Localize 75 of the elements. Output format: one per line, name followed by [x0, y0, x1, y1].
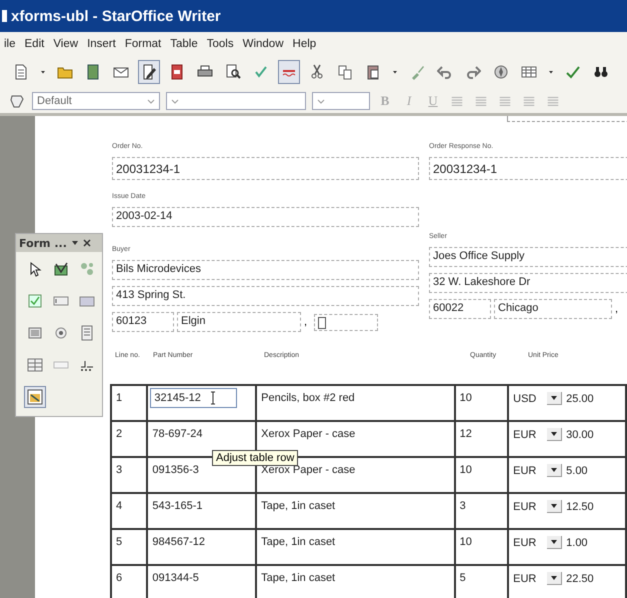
input-field[interactable]: 32 W. Lakeshore Dr: [429, 273, 627, 293]
currency-text: USD: [513, 392, 538, 404]
menu-item[interactable]: Help: [292, 38, 316, 50]
dropdown-button[interactable]: [547, 428, 562, 441]
table-cell: 543-165-1: [147, 493, 256, 529]
input-field[interactable]: 2003-02-14: [112, 207, 419, 227]
dropdown-field[interactable]: Default: [32, 92, 160, 110]
menu-item[interactable]: View: [53, 38, 78, 50]
caret-icon: [550, 394, 558, 402]
input-field[interactable]: Chicago: [494, 299, 612, 319]
price-text: 22.50: [566, 572, 594, 584]
caret-icon: [550, 502, 558, 510]
menu-item[interactable]: Format: [124, 38, 162, 50]
menu-item[interactable]: Window: [242, 38, 284, 50]
table-cell: 2: [111, 421, 148, 457]
dropdown-button[interactable]: [547, 572, 562, 585]
caret-icon: [550, 574, 558, 582]
dropdown-button[interactable]: [547, 500, 562, 513]
currency-text: EUR: [513, 572, 538, 584]
app-icon: [2, 10, 7, 22]
dropdown-button[interactable]: [547, 392, 562, 405]
input-field[interactable]: 20031234-1: [429, 157, 627, 180]
menu-item[interactable]: Table: [170, 38, 198, 50]
caret-icon: [550, 466, 558, 474]
input-field[interactable]: Elgin: [177, 312, 301, 332]
table-cell: 984567-12: [147, 529, 256, 565]
dropdown-button[interactable]: [547, 464, 562, 477]
input-field[interactable]: Joes Office Supply: [429, 247, 627, 267]
table-cell: 10: [454, 385, 508, 421]
input-field[interactable]: [314, 314, 378, 330]
price-text: 12.50: [566, 500, 594, 512]
input-field[interactable]: 60123: [112, 312, 174, 332]
menu-item[interactable]: Insert: [87, 38, 116, 50]
close-icon[interactable]: [82, 239, 91, 247]
caret-icon: [550, 538, 558, 546]
separator-text: ,: [304, 316, 308, 328]
window-title: xforms-ubl - StarOffice Writer: [11, 8, 221, 24]
caret-icon: [550, 430, 558, 438]
table-cell: 3: [454, 493, 508, 529]
price-text: 25.00: [566, 392, 594, 404]
form-design-icon[interactable]: [24, 386, 46, 408]
input-field[interactable]: 32145-12: [150, 388, 238, 408]
separator-text: ,: [615, 303, 618, 315]
input-field[interactable]: 60022: [429, 299, 491, 319]
currency-text: EUR: [513, 500, 538, 512]
price-text: 1.00: [566, 536, 588, 548]
table-cell: 10: [454, 529, 508, 565]
caret-icon[interactable]: [70, 239, 79, 247]
currency-text: EUR: [513, 464, 538, 476]
currency-text: EUR: [513, 536, 538, 548]
dropdown-field[interactable]: [312, 92, 370, 110]
table-cell: 3: [111, 457, 148, 493]
price-text: 30.00: [566, 428, 594, 440]
table-cell: 4: [111, 493, 148, 529]
table-cell: 5: [111, 529, 148, 565]
menu-item[interactable]: Edit: [24, 38, 44, 50]
input-field[interactable]: 413 Spring St.: [112, 286, 419, 306]
dropdown-button[interactable]: [547, 536, 562, 549]
input-field[interactable]: 20031234-1: [112, 157, 419, 180]
input-field[interactable]: Bils Microdevices: [112, 260, 419, 280]
menu-item[interactable]: ile: [4, 38, 16, 50]
price-text: 5.00: [566, 464, 588, 476]
spellcheck-icon[interactable]: [278, 60, 300, 84]
table-cell: 12: [454, 421, 508, 457]
table-cell: Pencils, box #2 red: [256, 385, 455, 421]
menu-item[interactable]: Tools: [206, 38, 234, 50]
dropdown-field[interactable]: [166, 92, 306, 110]
table-cell: 1: [111, 385, 148, 421]
toolbar-title: Form ...: [19, 236, 67, 250]
table-cell: 6: [111, 565, 148, 598]
table-cell: Tape, 1in caset: [256, 529, 455, 565]
table-cell: 10: [454, 457, 508, 493]
currency-text: EUR: [513, 428, 538, 440]
pencil-document-icon[interactable]: [138, 60, 160, 84]
table-cell: Tape, 1in caset: [256, 493, 455, 529]
